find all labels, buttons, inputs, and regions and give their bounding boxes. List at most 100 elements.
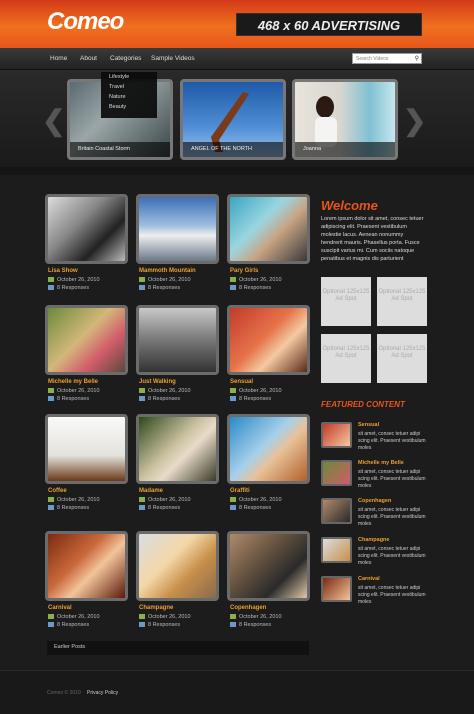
post-title[interactable]: Pary Girls	[230, 268, 258, 274]
featured-text: sit amet, consec tetuer adipi scing elit…	[358, 507, 426, 527]
featured-title[interactable]: Sensual	[358, 422, 379, 428]
post-thumbnail[interactable]	[227, 414, 310, 484]
post-thumbnail[interactable]	[45, 194, 128, 264]
post-responses[interactable]: 8 Responses	[139, 505, 180, 511]
footer-copyright: Comeo © 2010	[47, 690, 81, 696]
slide[interactable]: ANGEL OF THE NORTH	[180, 79, 286, 160]
post-title[interactable]: Graffiti	[230, 488, 250, 494]
post-title[interactable]: Coffee	[48, 488, 67, 494]
post-thumbnail[interactable]	[136, 414, 219, 484]
divider	[0, 167, 474, 175]
post-title[interactable]: Champagne	[139, 605, 173, 611]
post-responses[interactable]: 8 Responses	[139, 396, 180, 402]
post-date: October 26, 2010	[139, 614, 191, 620]
dropdown-item[interactable]: Beauty	[101, 102, 157, 112]
slider-next-arrow-icon[interactable]: ❯	[403, 104, 426, 137]
calendar-icon	[230, 614, 236, 620]
slider-prev-arrow-icon[interactable]: ❮	[42, 104, 65, 137]
ad-spot[interactable]: Optional 125x125 Ad Spot	[321, 334, 371, 383]
featured-item[interactable]: Carnival sit amet, consec tetuer adipi sc…	[321, 576, 426, 608]
featured-thumbnail[interactable]	[321, 498, 352, 524]
nav-categories[interactable]: Categories	[110, 55, 141, 62]
post-responses[interactable]: 8 Responses	[139, 622, 180, 628]
post-responses[interactable]: 8 Responses	[139, 285, 180, 291]
ad-spot[interactable]: Optional 125x125 Ad Spot	[321, 277, 371, 326]
post-responses[interactable]: 8 Responses	[48, 622, 89, 628]
post-thumbnail[interactable]	[136, 305, 219, 375]
post-image	[230, 308, 307, 372]
post-date: October 26, 2010	[48, 277, 100, 283]
post-title[interactable]: Carnival	[48, 605, 72, 611]
post-thumbnail[interactable]	[45, 305, 128, 375]
post-thumbnail[interactable]	[227, 531, 310, 601]
earlier-posts-link[interactable]: Earlier Posts	[47, 641, 309, 655]
ad-spot[interactable]: Optional 125x125 Ad Spot	[377, 277, 427, 326]
comments-icon	[139, 396, 145, 402]
comments-icon	[230, 396, 236, 402]
post-title[interactable]: Just Walking	[139, 379, 176, 385]
calendar-icon	[139, 277, 145, 283]
nav-sample-videos[interactable]: Sample Videos	[151, 55, 195, 62]
featured-title[interactable]: Carnival	[358, 576, 380, 582]
search-input[interactable]: Search Videos ⚲	[352, 53, 422, 64]
featured-item[interactable]: Sensual sit amet, consec tetuer adipi sci…	[321, 422, 426, 454]
privacy-policy-link[interactable]: Privacy Policy	[87, 690, 118, 696]
featured-item[interactable]: Champagne sit amet, consec tetuer adipi s…	[321, 537, 426, 569]
comments-icon	[230, 285, 236, 291]
post-thumbnail[interactable]	[45, 414, 128, 484]
featured-title[interactable]: Michelle my Belle	[358, 460, 404, 466]
featured-title[interactable]: Copenhagen	[358, 498, 391, 504]
featured-title[interactable]: Champagne	[358, 537, 389, 543]
post-image	[139, 417, 216, 481]
featured-item[interactable]: Michelle my Belle sit amet, consec tetuer…	[321, 460, 426, 492]
featured-thumbnail[interactable]	[321, 537, 352, 563]
nav-home[interactable]: Home	[50, 55, 67, 62]
post-thumbnail[interactable]	[227, 305, 310, 375]
post-responses[interactable]: 8 Responses	[230, 396, 271, 402]
post-title[interactable]: Copenhagen	[230, 605, 266, 611]
post-date: October 26, 2010	[139, 388, 191, 394]
ad-spot[interactable]: Optional 125x125 Ad Spot	[377, 334, 427, 383]
featured-thumbnail[interactable]	[321, 576, 352, 602]
ad-banner[interactable]: 468 x 60 ADVERTISING	[236, 13, 422, 36]
dropdown-item[interactable]: Nature	[101, 92, 157, 102]
post-responses[interactable]: 8 Responses	[230, 622, 271, 628]
nav-about[interactable]: About	[80, 55, 97, 62]
slide[interactable]: Joanna	[292, 79, 398, 160]
featured-content-title: FEATURED CONTENT	[321, 400, 405, 409]
calendar-icon	[230, 388, 236, 394]
post-responses[interactable]: 8 Responses	[230, 505, 271, 511]
post-responses-text: 8 Responses	[57, 505, 90, 511]
featured-thumbnail[interactable]	[321, 460, 352, 486]
featured-text: sit amet, consec tetuer adipi scing elit…	[358, 546, 426, 566]
post-date: October 26, 2010	[48, 497, 100, 503]
post-date-text: October 26, 2010	[148, 614, 191, 620]
post-thumbnail[interactable]	[227, 194, 310, 264]
dropdown-item[interactable]: Travel	[101, 82, 157, 92]
dropdown-item[interactable]: Lifestyle	[101, 72, 157, 82]
post-title[interactable]: Mammoth Mountain	[139, 268, 196, 274]
post-date: October 26, 2010	[230, 388, 282, 394]
post-responses-text: 8 Responses	[239, 285, 272, 291]
comments-icon	[139, 622, 145, 628]
post-date-text: October 26, 2010	[148, 388, 191, 394]
post-responses[interactable]: 8 Responses	[48, 285, 89, 291]
post-thumbnail[interactable]	[45, 531, 128, 601]
post-responses-text: 8 Responses	[57, 285, 90, 291]
post-responses[interactable]: 8 Responses	[230, 285, 271, 291]
featured-item[interactable]: Copenhagen sit amet, consec tetuer adipi …	[321, 498, 426, 530]
post-responses[interactable]: 8 Responses	[48, 396, 89, 402]
post-thumbnail[interactable]	[136, 194, 219, 264]
post-title[interactable]: Lisa Show	[48, 268, 78, 274]
featured-thumbnail[interactable]	[321, 422, 352, 448]
post-thumbnail[interactable]	[136, 531, 219, 601]
site-logo[interactable]: Comeo	[47, 8, 124, 36]
post-responses-text: 8 Responses	[239, 622, 272, 628]
post-date-text: October 26, 2010	[57, 614, 100, 620]
comments-icon	[139, 285, 145, 291]
post-title[interactable]: Sensual	[230, 379, 253, 385]
post-title[interactable]: Michelle my Belle	[48, 379, 98, 385]
search-icon[interactable]: ⚲	[415, 55, 419, 62]
post-title[interactable]: Madame	[139, 488, 163, 494]
post-responses[interactable]: 8 Responses	[48, 505, 89, 511]
